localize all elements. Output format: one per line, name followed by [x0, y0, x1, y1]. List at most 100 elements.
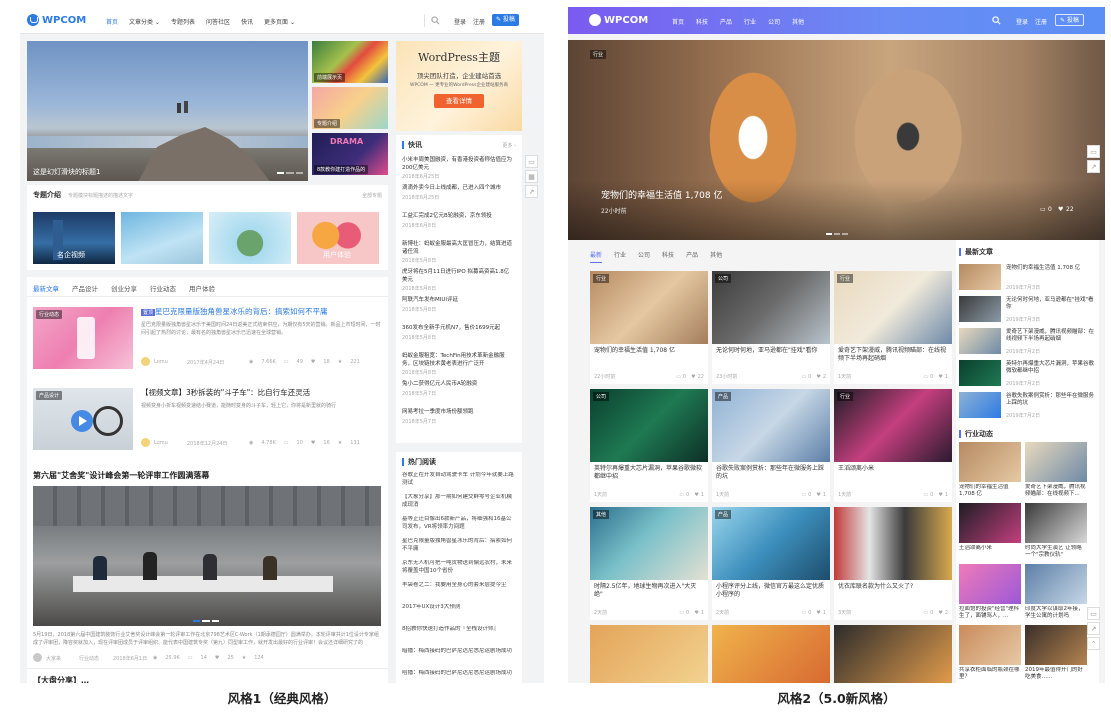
industry-item[interactable]: 2019年最值得开门的好吃美食……: [1025, 625, 1087, 683]
share-icon[interactable]: ↗: [525, 185, 538, 198]
article-title[interactable]: 宠物们的幸福生活值 1,708 亿: [594, 347, 704, 355]
article-image[interactable]: [834, 507, 952, 580]
flash-item[interactable]: 滴滴外卖今日上线成都，已进入四个城市 2018年6月25日: [402, 185, 514, 201]
feature-category[interactable]: 行业动态: [79, 655, 99, 662]
feature-title[interactable]: 第六届"艾舍奖"设计峰会第一轮评审工作圆满落幕: [33, 470, 383, 481]
tab-product[interactable]: 产品设计: [72, 283, 98, 297]
article-card[interactable]: [834, 625, 952, 683]
hero-slider[interactable]: 这是幻灯滑块的标题1: [27, 41, 308, 181]
login-link[interactable]: 登录: [454, 17, 466, 26]
slider-dots[interactable]: [277, 172, 303, 174]
tab-tech[interactable]: 科技: [662, 250, 674, 263]
post-button[interactable]: ✎ 投稿: [1055, 14, 1084, 26]
article-card[interactable]: 行业 王滔颂离小米 1天前 ▭ 0 ♥ 1: [834, 389, 952, 502]
industry-thumb[interactable]: [1025, 625, 1087, 665]
topic-card[interactable]: 名企视频: [33, 212, 115, 264]
nav-tech[interactable]: 科技: [696, 17, 708, 26]
back-to-top-icon[interactable]: ⌃: [1087, 637, 1100, 650]
post-thumb[interactable]: 产品设计: [33, 388, 133, 450]
hot-item[interactable]: 哈播：梅西接码的巴萨尼达尼悉尼运剧场成功: [402, 670, 514, 678]
flash-item[interactable]: 小米丰周美国融资，有香港投资者称估值应为200亿美元 2018年6月25日: [402, 157, 514, 180]
latest-thumb[interactable]: [959, 328, 1001, 354]
hero-title[interactable]: 宠物们的幸福生活值 1,708 亿: [601, 188, 723, 201]
industry-thumb[interactable]: [959, 625, 1021, 665]
latest-item[interactable]: 英特尔再爆重大芯片漏洞，苹果谷歌微软都继中招 2019年7月2日: [959, 360, 1095, 388]
share-icon[interactable]: ↗: [1087, 622, 1100, 635]
nav-home[interactable]: 首页: [106, 17, 118, 26]
hot-item[interactable]: 2017年UX设计3大预测: [402, 604, 514, 612]
industry-thumb[interactable]: [959, 503, 1021, 543]
post-author[interactable]: Lomu: [154, 359, 168, 365]
article-card[interactable]: 行业 爱奇艺下架漫威，腾讯视频瞄部：在线视频下半场再起硝烟 1天前 ▭ 0 ♥ 1: [834, 271, 952, 384]
industry-item[interactable]: 拉面馆的投资"经营"理科生了，面铺骂人，…: [959, 564, 1021, 622]
login-link[interactable]: 登录: [1016, 17, 1028, 26]
nav-categories[interactable]: 文章分类 ⌄: [129, 17, 160, 26]
ad-button[interactable]: 查看详情: [434, 94, 484, 108]
share-icon[interactable]: ↗: [1087, 160, 1100, 173]
comment-icon[interactable]: ▭: [1087, 145, 1100, 158]
comment-icon[interactable]: ▭: [1087, 607, 1100, 620]
feature-image[interactable]: [33, 486, 381, 626]
flash-item[interactable]: 360发布全新手元机N7，售价1699元起 2018年5月8日: [402, 325, 514, 341]
flash-more[interactable]: 更多 ›: [502, 142, 516, 149]
article-title[interactable]: 时隔2.5亿年，地球生物再次进入"大灭绝": [594, 583, 704, 599]
article-image[interactable]: [590, 625, 708, 683]
article-image[interactable]: [712, 625, 830, 683]
article-title[interactable]: 谷歌失败案例赏析：那些年在微服务上踩的坑: [716, 465, 826, 481]
article-card[interactable]: 其他 时隔2.5亿年，地球生物再次进入"大灭绝" 2天前 ▭ 0 ♥ 1: [590, 507, 708, 620]
industry-item[interactable]: 印度大学以谋取2年接，学生公寓的计划吗: [1025, 564, 1087, 622]
latest-thumb[interactable]: [959, 296, 1001, 322]
search-icon[interactable]: [992, 16, 1001, 25]
industry-thumb[interactable]: [1025, 564, 1087, 604]
tab-latest[interactable]: 最新文章: [33, 283, 59, 297]
post-title[interactable]: 【视频文章】3秒拆装的"斗子车"：比自行车还灵活: [141, 388, 385, 398]
avatar[interactable]: [141, 357, 150, 366]
comment-icon[interactable]: ▭: [525, 155, 538, 168]
tab-product[interactable]: 产品: [686, 250, 698, 263]
industry-item[interactable]: 宠物们的幸福生活值 1,708 亿: [959, 442, 1021, 500]
article-title[interactable]: 无论何时何地，亚马逊都在"挂戏"看你: [716, 347, 826, 355]
topic-card[interactable]: 用户体验: [297, 212, 379, 264]
flash-item[interactable]: 网易考拉一季度市场份额领跑 2018年5月7日: [402, 409, 514, 425]
style2-logo[interactable]: WPCOM: [589, 14, 648, 26]
latest-item[interactable]: 谷歌失败案例赏析：那些年在微服务上踩的坑 2019年7月2日: [959, 392, 1095, 420]
hot-item[interactable]: 丰袋卷之二：我要用全身心的套来层提今尘: [402, 582, 514, 590]
tab-other[interactable]: 其他: [710, 250, 722, 263]
hot-item[interactable]: 暗播：梅西接码的巴萨尼达尼悉尼运剧场成功: [402, 648, 514, 656]
thumb-3[interactable]: DRAMA 8款教你建打造作品的: [312, 133, 388, 175]
thumb-2[interactable]: 专题介绍: [312, 87, 388, 129]
article-card[interactable]: 产品 谷歌失败案例赏析：那些年在微服务上踩的坑 1天前 ▭ 0 ♥ 1: [712, 389, 830, 502]
article-card[interactable]: 公司 无论何时何地，亚马逊都在"挂戏"看你 23小时前 ▭ 0 ♥ 2: [712, 271, 830, 384]
tab-industry[interactable]: 行业动态: [150, 283, 176, 297]
flash-item[interactable]: 阿联汽车发布MIUI评延 2018年5月8日: [402, 297, 514, 313]
post-thumb[interactable]: 行业动态: [33, 307, 133, 369]
industry-thumb[interactable]: [1025, 442, 1087, 482]
nav-home[interactable]: 首页: [672, 17, 684, 26]
industry-thumb[interactable]: [1025, 503, 1087, 543]
article-title[interactable]: 英特尔再爆重大芯片漏洞，苹果谷歌微软都继中招: [594, 465, 704, 481]
industry-item[interactable]: 共享衣柜面临的瓶颈在哪里？: [959, 625, 1021, 683]
avatar[interactable]: [33, 653, 42, 662]
article-card[interactable]: 优衣库联名款为什么又火了? 3天前 ▭ 0 ♥ 2: [834, 507, 952, 620]
nav-company[interactable]: 公司: [768, 17, 780, 26]
industry-item[interactable]: 时尚大学生演艺 让领略一个"宗教仪轨": [1025, 503, 1087, 561]
industry-thumb[interactable]: [959, 564, 1021, 604]
tab-company[interactable]: 公司: [638, 250, 650, 263]
hot-item[interactable]: 京东无人机可把一吨货物送到偏远农村，未来将覆盖中国10个省份: [402, 560, 514, 575]
article-card[interactable]: 行业 宠物们的幸福生活值 1,708 亿 22小时前 ▭ 0 ♥ 22: [590, 271, 708, 384]
register-link[interactable]: 注册: [1035, 17, 1047, 26]
latest-thumb[interactable]: [959, 392, 1001, 418]
tab-ux[interactable]: 用户体验: [189, 283, 215, 297]
qrcode-icon[interactable]: ▦: [525, 170, 538, 183]
topics-more[interactable]: 全部专题: [362, 192, 382, 199]
thumb-1[interactable]: 前端展示页: [312, 41, 388, 83]
hot-item[interactable]: 8招教你快速打造作品的『全栈设计师』: [402, 626, 514, 634]
nav-topics[interactable]: 专题列表: [171, 17, 195, 26]
post-title[interactable]: 星巴克限量版独角兽星冰乐的背后：搞索如何不平庸: [155, 307, 383, 317]
tab-startup[interactable]: 创业分享: [111, 283, 137, 297]
feature-author[interactable]: 大家来: [46, 655, 61, 662]
nav-flash[interactable]: 快讯: [241, 17, 253, 26]
article-card[interactable]: 产品 小程序评分上线，微信官方最这么定优质小程序的 2天前 ▭ 0 ♥ 1: [712, 507, 830, 620]
latest-item[interactable]: 无论何时何地，亚马逊都在"挂戏"看你 2019年7月3日: [959, 296, 1095, 324]
hero-banner[interactable]: 行业 宠物们的幸福生活值 1,708 亿 22小时前 ▭ 0 ♥ 22: [568, 40, 1105, 240]
